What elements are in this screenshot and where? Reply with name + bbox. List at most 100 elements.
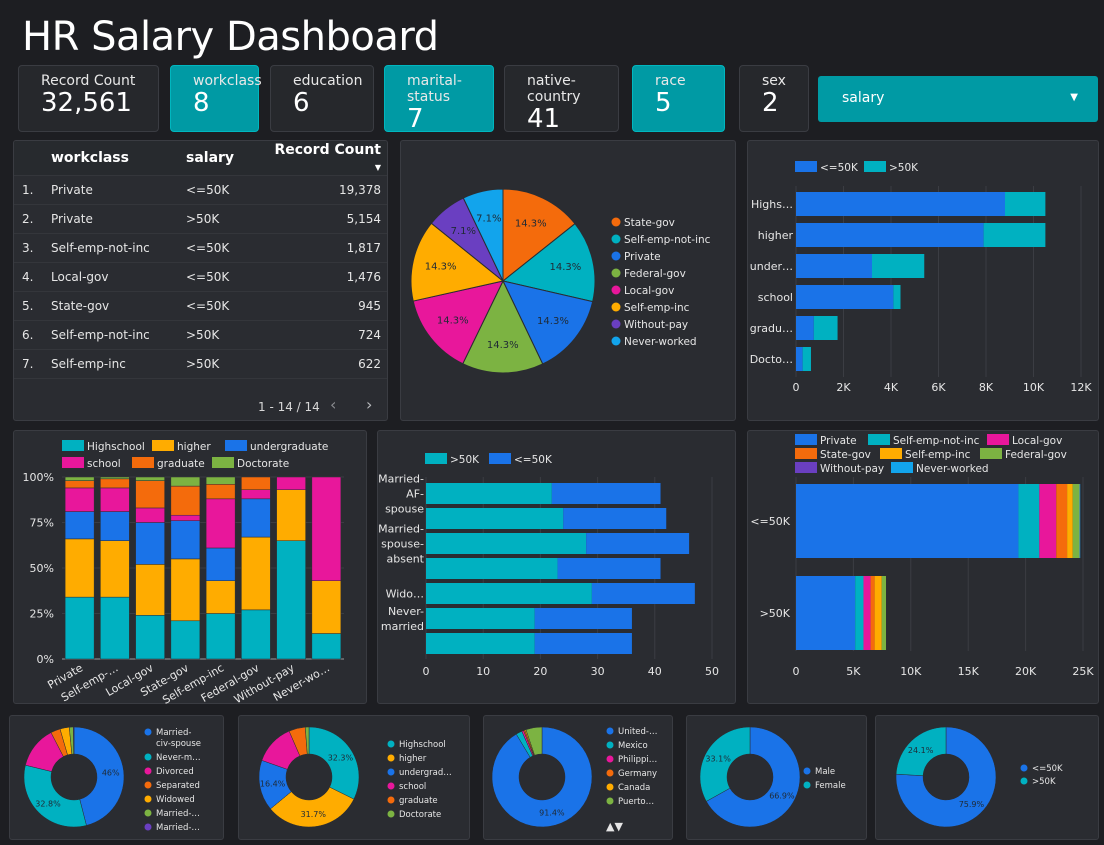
kpi-record-count[interactable]: Record Count 32,561 [18,65,159,132]
table-row[interactable]: 1. Private <=50K 19,378 [14,175,387,205]
legend-label-divorced: Divorced [156,767,194,777]
legend-marker [606,727,614,735]
cell-salary: >50K [185,320,269,350]
kpi-value: 5 [655,88,672,118]
legend-marker [606,769,614,777]
legend-label-private: Private [624,251,661,263]
marital-status-bar-chart: >50K <=50K 0 10 20 30 40 50 Married- AF-spouse Mar… [378,453,719,678]
bar-50k-never-married [426,608,535,629]
cell-record-count: 1,476 [269,262,387,292]
legend-label-male: Male [815,767,835,777]
column-header-salary[interactable]: salary [185,141,269,176]
workclass-pie-chart: 14.3% 14.3% 14.3% 14.3% 14.3% 14.3% 7.1%7.1% St… [410,188,711,374]
cell-record-count: 945 [269,291,387,321]
table-row[interactable]: 6. Self-emp-not-inc >50K 724 [14,320,387,350]
bar-50k-never-married [534,608,632,629]
education-salary-bar-chart: <=50K >50K 0 2K 4K 6K 8K 10K 12K Highs… higher unde… [750,161,1092,394]
bar-higher-self-emp [100,540,130,598]
x-tick-label: 0 [423,665,430,678]
kpi-workclass[interactable]: workclass 8 [170,65,262,132]
slice-label: 31.7% [301,810,327,819]
y-tick-label: Docto… [750,353,793,366]
bar-highschool-federal-gov [241,609,271,660]
legend-marker [795,434,817,445]
bar-highschool-private [64,596,95,660]
kpi-education[interactable]: education 6 [270,65,374,132]
row-index: 4. [14,262,50,292]
legend-marker [387,768,395,776]
kpi-race[interactable]: race 5 [632,65,725,132]
native-country-donut-card: 91.4% United-… Mexico Philippi… Germany Canad… [483,715,673,840]
slice-label: 14.3% [437,316,469,327]
bar-undergraduate-self-emp [100,511,130,541]
y-tick-label: Wido… [386,588,424,601]
column-header-workclass[interactable]: workclass [50,141,185,176]
kpi-value: 6 [293,88,310,118]
table-row[interactable]: 5. State-gov <=50K 945 [14,291,387,321]
legend-marker [803,767,811,775]
table-row[interactable]: 3. Self-emp-not-inc <=50K 1,817 [14,233,387,263]
row-index: 8. [14,378,50,385]
bar-state-gov-50k [1056,484,1068,558]
bar-doctorate-private [64,476,95,481]
y-tick-label: spouse [385,503,424,516]
legend-marker [611,285,621,295]
previous-page-icon[interactable]: ‹ [330,395,336,414]
next-page-icon[interactable]: › [366,395,372,414]
bar-higher-without-pay [276,489,306,541]
bar-school-self-emp [100,487,130,512]
legend-marker [387,796,395,804]
slice-never-m [23,764,87,828]
legend-marker [144,767,152,775]
legend-label-higher: higher [399,754,427,764]
bar-graduate-self-emp [100,478,130,489]
legend-label-50k: <=50K [820,162,859,174]
cell-record-count: 19,378 [269,175,387,205]
kpi-marital-status[interactable]: marital-status 7 [384,65,494,134]
legend-label-civ-spouse: civ-spouse [156,739,201,749]
table-row[interactable]: 8.Local-gov>50K617 [14,378,387,385]
bar-50k-highs [1005,192,1046,216]
legend-label-school: school [399,782,426,792]
legend-marker [489,453,511,464]
column-header-record-count[interactable]: Record Count ▼ [269,141,387,176]
sort-desc-icon: ▼ [374,163,381,172]
bar-state-gov-50k [870,576,875,650]
bar-50k-married-spouse-absent [586,533,690,554]
bar-private-50k [796,484,1019,558]
legend-label-married: Married-… [156,823,200,833]
bar-graduate-private [64,480,95,489]
legend-label-never-worked: Never-worked [624,336,697,348]
bar-never-worked-50k [1079,484,1081,558]
legend-label-50k: <=50K [1032,764,1063,774]
y-tick-label: gradu… [750,322,793,335]
kpi-label: Record Count [41,73,136,89]
table-row[interactable]: 2. Private >50K 5,154 [14,204,387,234]
legend-label-widowed: Widowed [156,795,195,805]
bar-50k-under [872,254,925,278]
salary-filter-dropdown[interactable]: salary ▼ [818,76,1098,122]
education-donut-card: 32.3% 31.7% 16.4% Highschool higher undergrad… [238,715,470,840]
legend-label-undergraduate: undergraduate [250,441,328,453]
table-row[interactable]: 7. Self-emp-inc >50K 622 [14,349,387,379]
cell-salary: <=50K [185,262,269,292]
legend-marker [225,440,247,451]
bar-private-50k [796,576,856,650]
kpi-value: 41 [527,104,561,134]
legend-page-arrows-icon[interactable]: ▲▼ [606,820,623,833]
dashboard-title: HR Salary Dashboard [22,14,439,60]
y-tick-label: <=50K [750,515,790,528]
legend-label-local-gov: Local-gov [1012,435,1062,447]
y-tick-label: AF- [406,488,424,501]
bar-local-gov-50k [863,576,871,650]
table-row[interactable]: 4. Local-gov <=50K 1,476 [14,262,387,292]
cell-workclass: Self-emp-inc [50,349,185,379]
bar-50k-highs [796,192,1005,216]
row-index: 3. [14,233,50,263]
slice-label: 91.4% [539,809,565,818]
legend-label-married: Married- [156,728,191,738]
kpi-native-country[interactable]: native-country 41 [504,65,619,134]
bar-higher-local-gov [135,564,165,616]
legend-marker [891,462,913,473]
kpi-sex[interactable]: sex 2 [739,65,809,132]
